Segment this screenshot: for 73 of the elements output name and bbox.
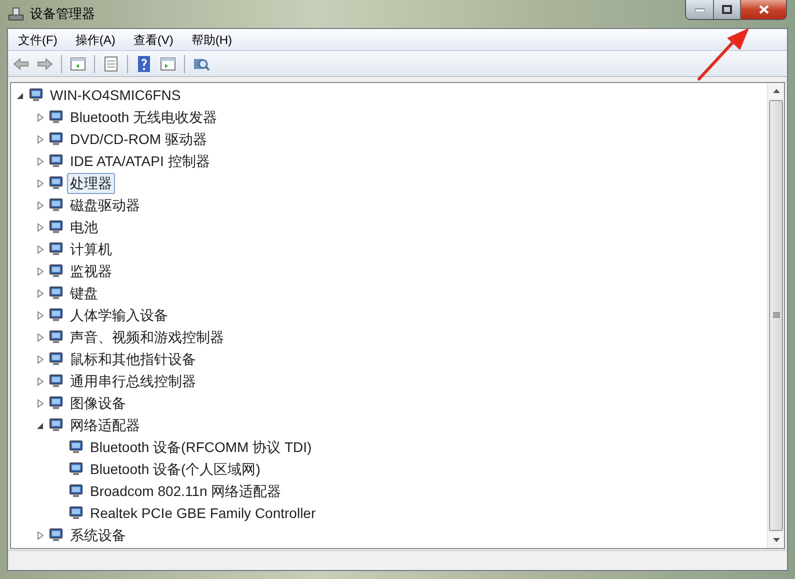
expand-arrow-icon[interactable] [37, 288, 44, 298]
expand-arrow-icon[interactable] [37, 266, 44, 276]
tree-item[interactable]: 通用串行总线控制器 [67, 370, 199, 392]
expand-arrow-icon[interactable] [37, 530, 44, 540]
device-icon [48, 307, 64, 323]
expand-arrow-icon[interactable] [37, 354, 44, 364]
device-icon [28, 87, 44, 103]
menu-item[interactable]: 操作(A) [75, 30, 116, 48]
device-icon [48, 153, 64, 169]
tree-item[interactable]: 计算机 [67, 238, 115, 260]
tree-item[interactable]: 键盘 [67, 282, 101, 304]
tree-item[interactable]: 鼠标和其他指针设备 [67, 348, 199, 370]
device-icon [48, 109, 64, 125]
device-icon [68, 439, 84, 455]
device-icon [48, 263, 64, 279]
device-icon [48, 197, 64, 213]
tree-item[interactable]: 电池 [67, 216, 101, 238]
expand-arrow-icon[interactable] [37, 332, 44, 342]
tree-item[interactable]: 磁盘驱动器 [67, 194, 143, 216]
device-icon [68, 505, 84, 521]
device-icon [48, 527, 64, 543]
expand-arrow-icon[interactable] [37, 178, 44, 188]
expand-arrow-icon[interactable] [37, 200, 44, 210]
tree-item[interactable]: 网络适配器 [67, 414, 143, 436]
menu-item[interactable]: 查看(V) [133, 30, 174, 48]
window-title: 设备管理器 [30, 5, 95, 24]
expand-arrow-icon[interactable] [37, 310, 44, 320]
tree-item[interactable]: Bluetooth 设备(RFCOMM 协议 TDI) [87, 436, 315, 458]
grip-icon [772, 312, 780, 319]
maximize-icon [722, 5, 732, 14]
annotation-arrow [697, 26, 751, 81]
device-icon [48, 417, 64, 433]
device-icon [48, 395, 64, 411]
collapse-arrow-icon[interactable] [37, 420, 44, 430]
device-icon [48, 175, 64, 191]
close-button[interactable] [741, 0, 786, 19]
device-icon [48, 219, 64, 235]
tree-item[interactable]: 系统设备 [67, 524, 129, 546]
tree-item[interactable]: 图像设备 [67, 392, 129, 414]
expand-arrow-icon[interactable] [37, 156, 44, 166]
tree-item[interactable]: 声音、视频和游戏控制器 [67, 326, 227, 348]
expand-arrow-icon[interactable] [37, 376, 44, 386]
device-icon [68, 483, 84, 499]
device-icon [68, 461, 84, 477]
tree-item[interactable]: 处理器 [67, 172, 115, 194]
device-icon [48, 285, 64, 301]
device-icon [48, 373, 64, 389]
tree-item[interactable]: Bluetooth 无线电收发器 [67, 106, 220, 128]
tree-item[interactable]: Realtek PCIe GBE Family Controller [87, 502, 319, 524]
tree-item[interactable]: 人体学输入设备 [67, 304, 171, 326]
minimize-icon [694, 8, 704, 12]
device-icon [48, 241, 64, 257]
expand-arrow-icon[interactable] [37, 112, 44, 122]
expand-arrow-icon[interactable] [37, 222, 44, 232]
minimize-button[interactable] [686, 0, 714, 19]
device-icon [48, 329, 64, 345]
device-icon [48, 131, 64, 147]
menu-item[interactable]: 帮助(H) [191, 30, 232, 48]
device-icon [48, 351, 64, 367]
device-manager-icon [8, 6, 24, 22]
tree-item[interactable]: Bluetooth 设备(个人区域网) [87, 458, 264, 480]
tree-item[interactable]: 监视器 [67, 260, 115, 282]
menu-item[interactable]: 文件(F) [18, 30, 58, 48]
expand-arrow-icon[interactable] [37, 134, 44, 144]
expand-arrow-icon[interactable] [37, 398, 44, 408]
expand-arrow-icon[interactable] [37, 244, 44, 254]
tree-item[interactable]: Broadcom 802.11n 网络适配器 [87, 480, 284, 502]
tree-item[interactable]: DVD/CD-ROM 驱动器 [67, 128, 210, 150]
close-icon [758, 5, 768, 14]
maximize-button[interactable] [714, 0, 741, 19]
tree-item[interactable]: IDE ATA/ATAPI 控制器 [67, 150, 213, 172]
collapse-arrow-icon[interactable] [17, 90, 24, 100]
tree-item[interactable]: WIN-KO4SMIC6FNS [47, 84, 184, 106]
